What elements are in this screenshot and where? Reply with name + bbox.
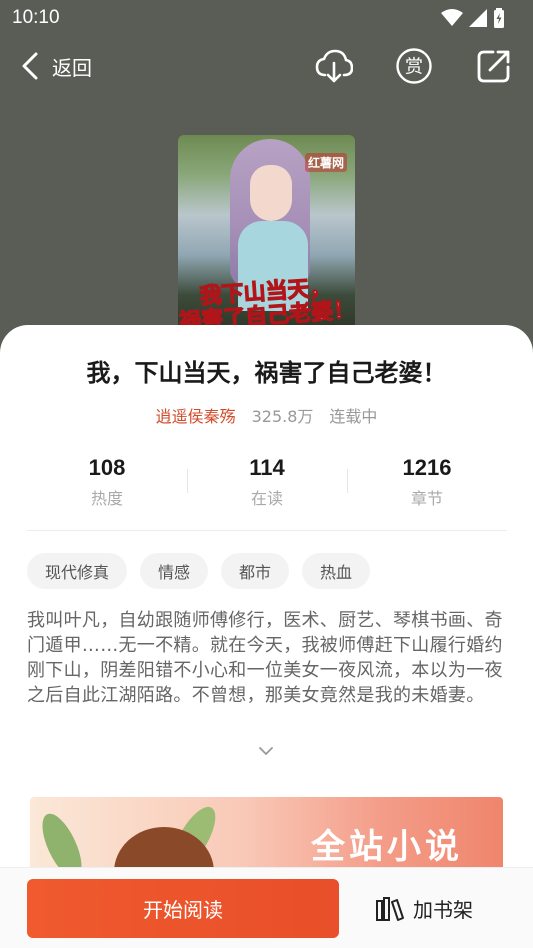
banner-text: 全站小说 — [311, 827, 463, 867]
stat-label: 在读 — [250, 489, 283, 508]
wifi-icon — [441, 9, 463, 26]
stat-heat: 108 热度 — [27, 455, 187, 509]
reward-button[interactable]: 赏 — [395, 47, 433, 85]
chevron-left-icon — [22, 52, 38, 80]
book-description: 我叫叶凡，自幼跟随师傅修行，医术、厨艺、琴棋书画、奇门遁甲……无一不精。就在今天… — [27, 610, 503, 706]
tag-chip[interactable]: 现代修真 — [27, 553, 128, 589]
stat-label: 章节 — [410, 489, 443, 508]
bottom-action-bar: 开始阅读 加书架 — [0, 867, 533, 948]
book-meta: 逍遥侯秦殇 325.8万 连载中 — [0, 403, 533, 427]
stat-value: 1216 — [402, 455, 452, 480]
stats-row: 108 热度 114 在读 1216 章节 — [27, 455, 507, 509]
battery-icon — [494, 8, 504, 28]
stat-value: 108 — [88, 455, 126, 480]
add-to-shelf-button[interactable]: 加书架 — [375, 879, 473, 938]
book-detail-sheet: 我，下山当天，祸害了自己老婆！ 逍遥侯秦殇 325.8万 连载中 108 热度 … — [0, 325, 533, 948]
author-link[interactable]: 逍遥侯秦殇 — [156, 403, 236, 427]
stat-chapters[interactable]: 1216 章节 — [347, 455, 507, 509]
share-external-icon — [477, 50, 510, 83]
expand-description-button[interactable] — [256, 743, 276, 759]
tag-chip[interactable]: 热血 — [302, 553, 371, 589]
divider — [27, 530, 507, 531]
stat-reading: 114 在读 — [187, 455, 347, 509]
book-title: 我，下山当天，祸害了自己老婆！ — [86, 359, 447, 387]
tag-chip[interactable]: 情感 — [140, 553, 209, 589]
start-reading-button[interactable]: 开始阅读 — [27, 879, 339, 938]
bookshelf-icon — [376, 896, 404, 921]
status-icons — [441, 8, 505, 28]
book-cover[interactable]: 红薯网 我下山当天， 祸害了自己老婆！ — [178, 135, 355, 335]
reward-icon: 赏 — [396, 48, 432, 84]
back-button[interactable]: 返回 — [20, 51, 92, 81]
download-button[interactable] — [315, 47, 353, 85]
cover-logo: 红薯网 — [304, 153, 347, 172]
cover-figure-face — [250, 165, 292, 221]
nav-bar: 返回 赏 — [0, 36, 533, 96]
back-label: 返回 — [52, 55, 92, 80]
chevron-down-icon — [259, 747, 273, 755]
cloud-download-icon — [315, 49, 353, 83]
stat-label: 热度 — [90, 489, 123, 508]
svg-text:赏: 赏 — [405, 57, 423, 78]
add-to-shelf-label: 加书架 — [413, 898, 473, 922]
tag-list: 现代修真 情感 都市 热血 — [27, 553, 371, 589]
tag-chip[interactable]: 都市 — [221, 553, 290, 589]
share-button[interactable] — [475, 47, 513, 85]
stat-value: 114 — [249, 455, 285, 480]
signal-icon — [469, 9, 487, 27]
status-bar: 10:10 — [0, 0, 533, 36]
word-count: 325.8万 — [251, 407, 314, 426]
serial-status: 连载中 — [329, 407, 378, 426]
status-time: 10:10 — [12, 7, 60, 28]
